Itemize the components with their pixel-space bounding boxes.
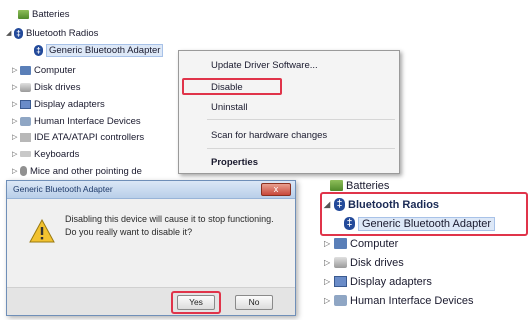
tree-item-label: Batteries	[32, 8, 70, 20]
disk-icon	[334, 257, 347, 268]
dialog-footer: Yes No	[7, 287, 295, 315]
expand-arrow-icon[interactable]: ▷	[12, 117, 20, 125]
tree-item-batteries[interactable]: Batteries	[330, 178, 389, 193]
menu-item-uninstall[interactable]: Uninstall	[211, 102, 247, 113]
yes-highlight-box	[171, 291, 221, 314]
tree-item-generic-bluetooth-adapter[interactable]: Generic Bluetooth Adapter	[34, 43, 164, 57]
hid-icon	[20, 116, 31, 126]
tree-item-label: Bluetooth Radios	[26, 27, 99, 39]
keyboard-icon	[20, 151, 31, 157]
disable-confirm-dialog: Generic Bluetooth Adapter x Disabling th…	[6, 180, 296, 316]
tree-item-display-adapters[interactable]: ▷ Display adapters	[12, 98, 105, 110]
collapse-arrow-icon[interactable]: ◢	[6, 29, 14, 37]
disable-highlight-box	[182, 78, 282, 95]
expand-arrow-icon[interactable]: ▷	[12, 150, 20, 158]
disk-icon	[20, 82, 31, 92]
menu-separator	[207, 119, 395, 120]
display-icon	[20, 99, 31, 109]
tree-item-label: Mice and other pointing de	[30, 165, 142, 177]
bluetooth-icon	[34, 44, 43, 56]
tree-item-label: Display adapters	[350, 275, 432, 288]
tree-item-label: Human Interface Devices	[350, 294, 474, 307]
dialog-title: Generic Bluetooth Adapter	[13, 184, 113, 194]
battery-icon	[18, 9, 29, 19]
expand-arrow-icon[interactable]: ▷	[12, 100, 20, 108]
expand-arrow-icon[interactable]: ▷	[324, 277, 334, 286]
computer-icon	[20, 65, 31, 75]
menu-separator	[207, 148, 395, 149]
battery-icon	[330, 180, 343, 191]
tree-item-human-interface-devices[interactable]: ▷ Human Interface Devices	[12, 115, 141, 127]
hid-icon	[334, 295, 347, 306]
dialog-titlebar[interactable]: Generic Bluetooth Adapter x	[7, 181, 295, 199]
tree-item-batteries[interactable]: Batteries	[18, 8, 70, 20]
tree-item-mice[interactable]: ▷ Mice and other pointing de	[12, 165, 142, 177]
expand-arrow-icon[interactable]: ▷	[12, 167, 20, 175]
tree-item-bluetooth-radios[interactable]: ◢ Bluetooth Radios	[6, 27, 98, 39]
tree-item-disk-drives[interactable]: ▷ Disk drives	[12, 81, 80, 93]
tree-item-label: Computer	[34, 64, 76, 76]
expand-arrow-icon[interactable]: ▷	[324, 258, 334, 267]
tree-item-human-interface-devices[interactable]: ▷ Human Interface Devices	[324, 293, 474, 308]
no-button[interactable]: No	[235, 295, 273, 310]
tree-item-label: Generic Bluetooth Adapter	[46, 43, 164, 57]
context-menu: Update Driver Software... Disable Uninst…	[178, 50, 400, 174]
tree-item-label: Display adapters	[34, 98, 105, 110]
tree-item-label: Disk drives	[350, 256, 404, 269]
menu-item-update-driver[interactable]: Update Driver Software...	[211, 60, 318, 71]
tree-item-computer[interactable]: ▷ Computer	[12, 64, 76, 76]
tree-item-label: Batteries	[346, 179, 390, 192]
mouse-icon	[20, 166, 27, 176]
tree-item-label: Keyboards	[34, 148, 80, 160]
tree-item-display-adapters[interactable]: ▷ Display adapters	[324, 274, 432, 289]
bluetooth-highlight-box	[320, 192, 528, 236]
warning-icon	[29, 219, 55, 243]
expand-arrow-icon[interactable]: ▷	[12, 83, 20, 91]
expand-arrow-icon[interactable]: ▷	[12, 66, 20, 74]
tree-item-label: IDE ATA/ATAPI controllers	[34, 131, 145, 143]
ide-icon	[20, 132, 31, 142]
computer-icon	[334, 238, 347, 249]
menu-item-properties[interactable]: Properties	[211, 157, 258, 168]
tree-item-label: Human Interface Devices	[34, 115, 141, 127]
tree-item-computer[interactable]: ▷ Computer	[324, 236, 398, 251]
expand-arrow-icon[interactable]: ▷	[324, 296, 334, 305]
expand-arrow-icon[interactable]: ▷	[12, 133, 20, 141]
tree-item-label: Computer	[350, 237, 399, 250]
bluetooth-icon	[14, 27, 23, 39]
display-icon	[334, 276, 347, 287]
expand-arrow-icon[interactable]: ▷	[324, 239, 334, 248]
dialog-message: Disabling this device will cause it to s…	[65, 214, 274, 237]
close-button[interactable]: x	[261, 183, 291, 196]
tree-item-keyboards[interactable]: ▷ Keyboards	[12, 148, 79, 160]
menu-item-scan-hardware[interactable]: Scan for hardware changes	[211, 130, 327, 141]
device-tree-zoomed: Batteries ◢ Bluetooth Radios Generic Blu…	[316, 178, 531, 320]
tree-item-label: Disk drives	[34, 81, 81, 93]
tree-item-ide-controllers[interactable]: ▷ IDE ATA/ATAPI controllers	[12, 131, 144, 143]
tree-item-disk-drives[interactable]: ▷ Disk drives	[324, 255, 404, 270]
